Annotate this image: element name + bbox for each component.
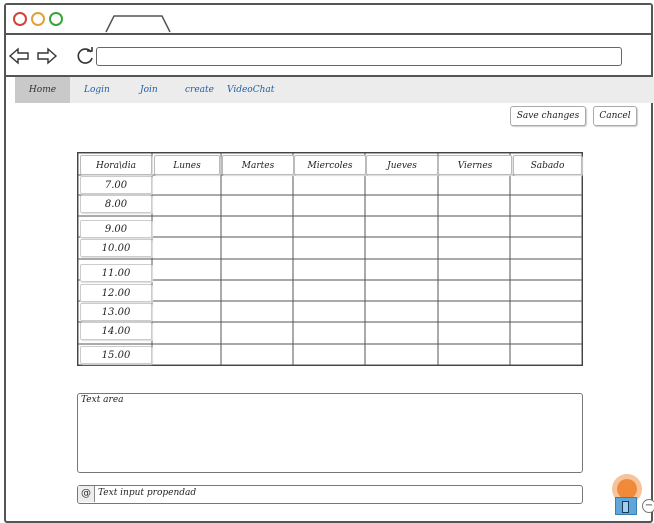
day-header: Miercoles xyxy=(294,155,366,175)
day-header: Martes xyxy=(222,155,294,175)
menu-item-login[interactable]: Login xyxy=(84,77,110,103)
nav-menu: Home Login Join create VideoChat xyxy=(15,77,654,103)
hour-label: 13.00 xyxy=(80,303,152,321)
day-header: Sabado xyxy=(513,155,582,175)
text-area[interactable]: Text area xyxy=(77,393,583,473)
browser-tab[interactable] xyxy=(104,13,174,33)
day-header: Lunes xyxy=(154,155,220,175)
hour-label: 15.00 xyxy=(80,346,152,364)
phone-icon xyxy=(622,501,629,513)
day-header: Jueves xyxy=(366,155,438,175)
hour-label: 8.00 xyxy=(80,195,152,213)
arrow-right-icon[interactable] xyxy=(36,47,58,65)
save-changes-button[interactable]: Save changes xyxy=(510,106,586,126)
reload-icon[interactable] xyxy=(76,46,96,66)
hour-label: 14.00 xyxy=(80,322,152,340)
hour-label: 10.00 xyxy=(80,239,152,257)
menu-item-create[interactable]: create xyxy=(185,77,214,103)
arrow-left-icon[interactable] xyxy=(8,47,30,65)
close-window-button[interactable] xyxy=(13,12,27,26)
browser-toolbar xyxy=(6,35,651,77)
at-sign-icon: @ xyxy=(78,486,95,502)
zoom-out-icon[interactable]: − xyxy=(642,499,654,513)
corner-header: Hora\dia xyxy=(80,155,152,175)
property-input[interactable]: @ Text input propendad xyxy=(77,485,583,504)
menu-item-videochat[interactable]: VideoChat xyxy=(227,77,274,103)
cursor-indicator xyxy=(617,479,637,499)
hour-label: 11.00 xyxy=(80,264,152,282)
cancel-button[interactable]: Cancel xyxy=(593,106,637,126)
schedule-table: Hora\dia Lunes Martes Miercoles Jueves V… xyxy=(77,152,583,366)
hour-label: 9.00 xyxy=(80,220,152,238)
text-area-label: Text area xyxy=(81,395,124,405)
maximize-window-button[interactable] xyxy=(49,12,63,26)
mobile-view-button[interactable] xyxy=(615,497,637,515)
url-input[interactable] xyxy=(96,47,622,66)
property-input-label: Text input propendad xyxy=(98,488,197,498)
hour-label: 7.00 xyxy=(80,176,152,194)
title-bar xyxy=(6,5,651,35)
day-header: Viernes xyxy=(438,155,512,175)
minimize-window-button[interactable] xyxy=(31,12,45,26)
hour-label: 12.00 xyxy=(80,284,152,302)
menu-item-home[interactable]: Home xyxy=(15,77,70,103)
menu-item-join[interactable]: Join xyxy=(140,77,158,103)
table-grid-lines xyxy=(78,153,582,365)
